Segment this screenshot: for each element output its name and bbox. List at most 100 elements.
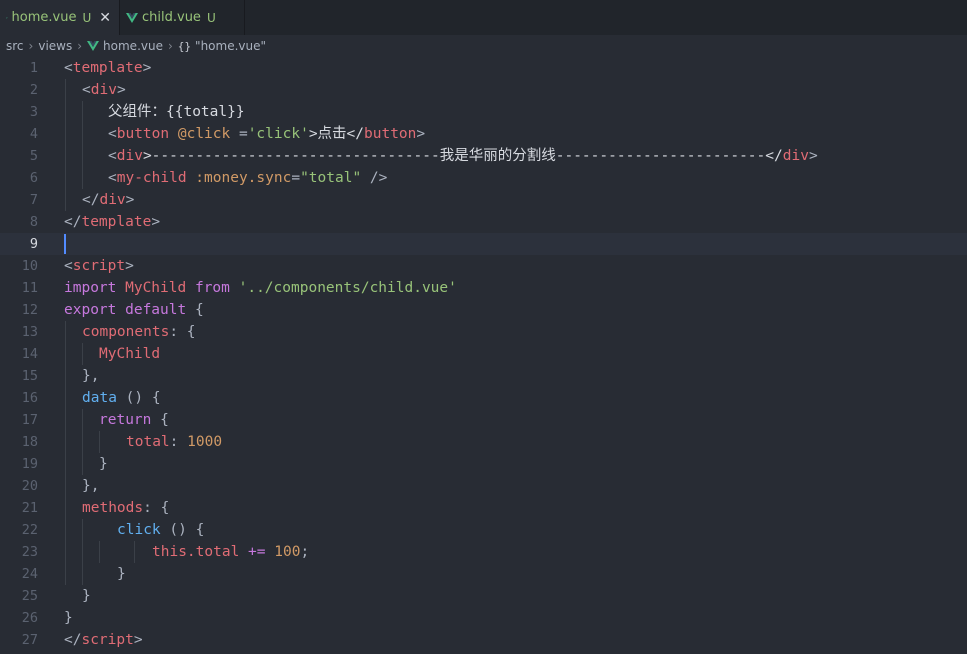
code-line: 26 }	[0, 607, 967, 629]
text-cursor	[64, 234, 66, 254]
line-number: 3	[29, 104, 38, 120]
line-number: 9	[29, 236, 38, 252]
code-line: 24 }	[0, 563, 967, 585]
vue-logo-icon	[87, 41, 100, 51]
tab-child-vue[interactable]: child.vue U	[120, 0, 245, 35]
line-number: 2	[29, 82, 38, 98]
code-line: 22 click () {	[0, 519, 967, 541]
line-number: 11	[21, 280, 38, 296]
line-number: 17	[21, 412, 38, 428]
line-number: 1	[29, 60, 38, 76]
code-text: },	[82, 478, 100, 494]
code-text: }	[99, 456, 108, 472]
breadcrumb-item-src[interactable]: src	[6, 39, 24, 53]
code-text: }	[117, 566, 126, 582]
code-line: 1 <template>	[0, 57, 967, 79]
chevron-right-icon: ›	[28, 39, 34, 53]
code-line: 25 }	[0, 585, 967, 607]
code-line: 10 <script>	[0, 255, 967, 277]
code-text: MyChild	[99, 346, 161, 362]
code-text: 父组件：{{total}}	[108, 104, 245, 120]
code-line: 23 this.total += 100;	[0, 541, 967, 563]
breadcrumb-item-views[interactable]: views	[38, 39, 72, 53]
code-text: }	[82, 588, 91, 604]
code-text: click () {	[117, 522, 205, 538]
code-text: import MyChild from '../components/child…	[64, 280, 457, 296]
breadcrumb-item-symbol[interactable]: "home.vue"	[195, 39, 266, 53]
line-number: 14	[21, 346, 38, 362]
code-line: 18 total: 1000	[0, 431, 967, 453]
tab-label: home.vue	[11, 10, 77, 25]
line-number: 5	[29, 148, 38, 164]
code-line: 21 methods: {	[0, 497, 967, 519]
chevron-right-icon: ›	[77, 39, 83, 53]
code-text: </script>	[64, 632, 143, 648]
code-line: 3 父组件：{{total}}	[0, 101, 967, 123]
code-text: </template>	[64, 214, 161, 230]
line-number: 19	[21, 456, 38, 472]
code-line: 4 <button @click ='click'>点击</button>	[0, 123, 967, 145]
line-number: 12	[21, 302, 38, 318]
code-line: 27 </script>	[0, 629, 967, 651]
code-line: 16 data () {	[0, 387, 967, 409]
code-line: 20 },	[0, 475, 967, 497]
code-line: 11 import MyChild from '../components/ch…	[0, 277, 967, 299]
code-line: 6 <my-child :money.sync="total" />	[0, 167, 967, 189]
tab-home-vue[interactable]: home.vue U ✕	[0, 0, 120, 35]
code-text: export default {	[64, 302, 204, 318]
code-text: this.total += 100;	[152, 544, 310, 560]
code-text: methods: {	[82, 500, 170, 516]
line-number: 21	[21, 500, 38, 516]
code-text: <my-child :money.sync="total" />	[108, 170, 388, 186]
line-number: 27	[21, 632, 38, 648]
code-line: 5 <div>---------------------------------…	[0, 145, 967, 167]
symbol-object-icon: {}	[177, 39, 192, 53]
untracked-badge: U	[206, 10, 216, 25]
code-text: return {	[99, 412, 169, 428]
vue-logo-icon	[6, 16, 8, 19]
current-line-highlight: 9	[0, 233, 967, 255]
code-text: total: 1000	[126, 434, 223, 450]
line-number: 8	[29, 214, 38, 230]
untracked-badge: U	[82, 10, 92, 25]
code-line: 2 <div>	[0, 79, 967, 101]
code-text: <div>	[82, 82, 126, 98]
breadcrumb-item-file[interactable]: home.vue	[103, 39, 163, 53]
code-editor[interactable]: 1 <template> 2 <div> 3 父组件：{{total}} 4 <…	[0, 57, 967, 654]
line-number: 15	[21, 368, 38, 384]
line-number: 16	[21, 390, 38, 406]
line-number: 10	[21, 258, 38, 274]
code-text: },	[82, 368, 100, 384]
line-number: 6	[29, 170, 38, 186]
chevron-right-icon: ›	[167, 39, 173, 53]
line-number: 26	[21, 610, 38, 626]
code-text: <template>	[64, 60, 152, 76]
code-text: <script>	[64, 258, 134, 274]
breadcrumb: src › views › home.vue › {} "home.vue"	[0, 35, 967, 57]
code-line: 7 </div>	[0, 189, 967, 211]
code-text: data () {	[82, 390, 161, 406]
code-text: components: {	[82, 324, 196, 340]
code-line: 19 }	[0, 453, 967, 475]
line-number: 18	[21, 434, 38, 450]
code-text: <div>---------------------------------我是…	[108, 148, 818, 164]
editor-tab-bar: home.vue U ✕ child.vue U	[0, 0, 967, 35]
vue-logo-icon	[126, 12, 138, 23]
line-number: 13	[21, 324, 38, 340]
tab-label: child.vue	[142, 10, 201, 25]
code-line: 13 components: {	[0, 321, 967, 343]
line-number: 7	[29, 192, 38, 208]
line-number: 25	[21, 588, 38, 604]
line-number: 20	[21, 478, 38, 494]
line-number: 23	[21, 544, 38, 560]
code-line: 8 </template>	[0, 211, 967, 233]
code-line: 14 MyChild	[0, 343, 967, 365]
code-text: }	[64, 610, 73, 626]
close-icon[interactable]: ✕	[99, 10, 111, 26]
code-line: 15 },	[0, 365, 967, 387]
code-text: </div>	[82, 192, 135, 208]
line-number: 4	[29, 126, 38, 142]
line-number: 22	[21, 522, 38, 538]
code-line: 12 export default {	[0, 299, 967, 321]
code-line: 17 return {	[0, 409, 967, 431]
